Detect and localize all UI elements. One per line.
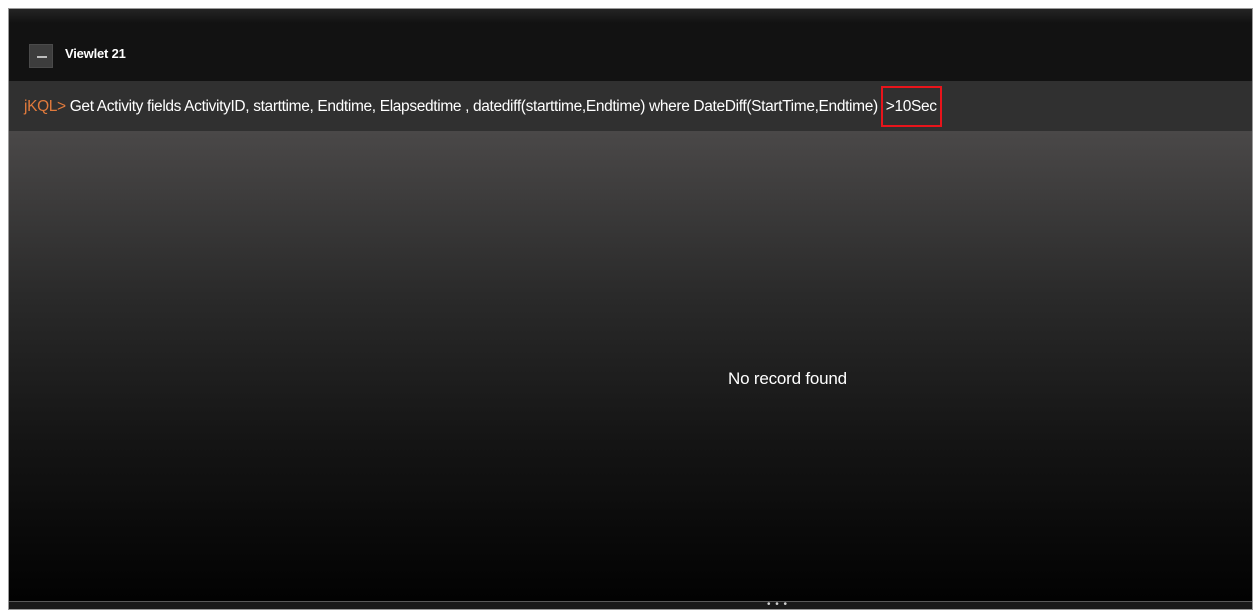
query-bar[interactable]: jKQL> Get Activity fields ActivityID, st…: [9, 81, 1252, 131]
empty-results-message: No record found: [728, 369, 847, 388]
viewlet-panel: Viewlet 21 jKQL> Get Activity fields Act…: [8, 8, 1253, 610]
bottom-strip: • • •: [9, 600, 1252, 610]
query-prompt: jKQL>: [24, 98, 66, 115]
viewlet-titlebar: Viewlet 21: [9, 9, 1252, 81]
minus-icon: [37, 56, 47, 58]
viewlet-title: Viewlet 21: [65, 46, 126, 61]
query-text: Get Activity fields ActivityID, starttim…: [65, 98, 882, 115]
resize-handle-icon[interactable]: • • •: [767, 600, 788, 610]
query-highlighted-term: >10Sec: [880, 86, 942, 127]
query-line: jKQL> Get Activity fields ActivityID, st…: [24, 86, 942, 127]
results-area: No record found: [9, 131, 1252, 601]
collapse-button[interactable]: [29, 44, 53, 68]
